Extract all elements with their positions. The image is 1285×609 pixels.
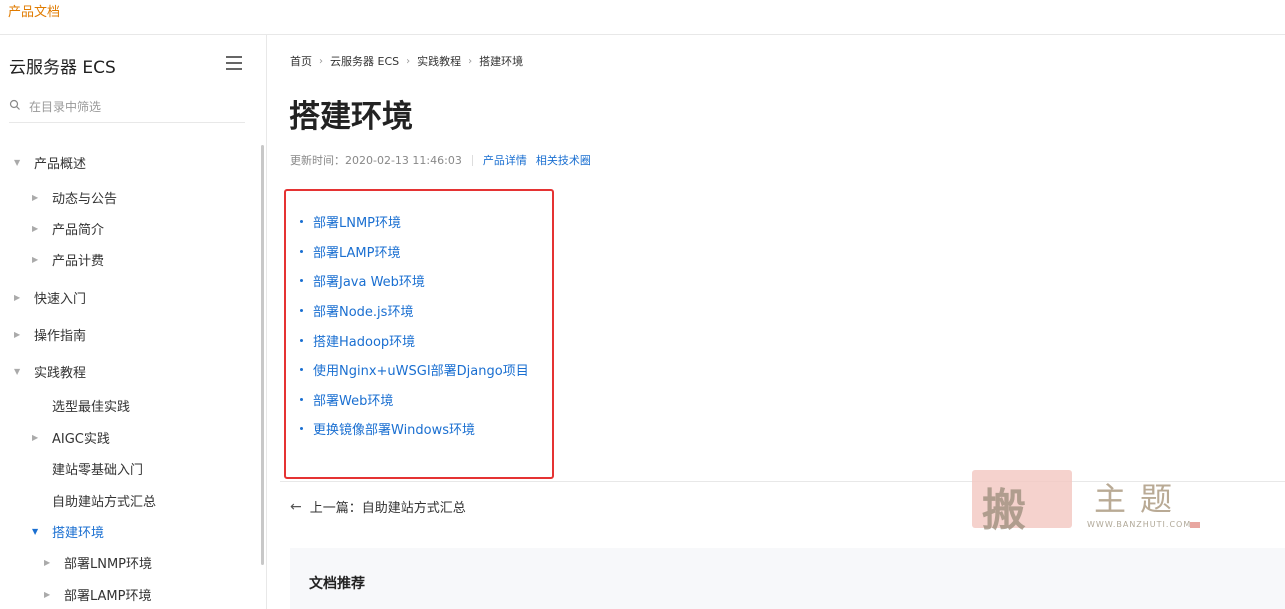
sidebar-item-label: 产品概述 xyxy=(34,156,87,172)
chevron-right-icon: › xyxy=(319,55,323,67)
chevron-right-icon: › xyxy=(406,55,411,67)
sidebar-item-label: 选型最佳实践 xyxy=(52,399,131,415)
updated-time: 更新时间：2020-02-13 11:46:03 xyxy=(290,154,462,167)
subpage-link[interactable]: 部署Node.js环境 xyxy=(313,301,413,320)
sidebar-item[interactable]: ▶ 部署LNMP环境 xyxy=(44,550,152,574)
sidebar-scrollbar[interactable] xyxy=(261,145,264,565)
watermark-flag xyxy=(1190,522,1200,528)
caret-right-icon: ▶ xyxy=(32,192,39,202)
caret-right-icon: ▶ xyxy=(44,557,51,567)
watermark-seal-glyph: 搬 xyxy=(982,485,1026,536)
sidebar-item-label: 动态与公告 xyxy=(52,191,118,207)
page-meta: 更新时间：2020-02-13 11:46:03 产品详情 相关技术圈 xyxy=(290,152,600,168)
caret-right-icon: ▶ xyxy=(44,589,51,599)
breadcrumb-ecs[interactable]: 云服务器 ECS xyxy=(330,53,399,69)
subpage-link[interactable]: 部署Web环境 xyxy=(313,390,393,409)
sidebar-item[interactable]: 建站零基础入门 xyxy=(32,456,143,480)
watermark-url: WWW.BANZHUTI.COM xyxy=(1087,520,1192,529)
bullet-icon xyxy=(300,220,303,224)
caret-down-icon: ▼ xyxy=(32,526,39,536)
breadcrumb-current: 搭建环境 xyxy=(479,55,524,68)
subpage-link[interactable]: 更换镜像部署Windows环境 xyxy=(313,419,475,438)
bullet-icon xyxy=(300,368,303,372)
caret-right-icon: ▶ xyxy=(32,223,39,233)
caret-down-icon: ▼ xyxy=(14,157,21,167)
top-bar: 产品文档 xyxy=(0,0,1285,35)
watermark-chars: 主题 xyxy=(1094,480,1187,518)
list-item: 使用Nginx+uWSGI部署Django项目 xyxy=(300,355,529,385)
breadcrumb-home[interactable]: 首页 xyxy=(290,53,312,69)
recommend-title: 文档推荐 xyxy=(309,576,365,592)
bullet-icon xyxy=(300,397,303,401)
sidebar-item-label: AIGC实践 xyxy=(52,431,110,447)
list-item: 部署LNMP环境 xyxy=(300,207,529,237)
list-item: 部署Java Web环境 xyxy=(300,266,529,296)
caret-right-icon: ▶ xyxy=(14,292,21,302)
caret-right-icon: ▶ xyxy=(32,432,39,442)
doc-recommend-panel: 文档推荐 xyxy=(290,548,1285,609)
sidebar-item[interactable]: ▶ 动态与公告 xyxy=(32,185,117,209)
sidebar-item-label: 实践教程 xyxy=(34,365,87,381)
sidebar-item[interactable]: 自助建站方式汇总 xyxy=(32,488,156,512)
sidebar-item[interactable]: ▶ 产品计费 xyxy=(32,247,104,271)
sidebar-item[interactable]: ▶ 产品简介 xyxy=(32,216,104,240)
sidebar-item[interactable]: ▼ 产品概述 xyxy=(14,150,86,174)
list-item: 更换镜像部署Windows环境 xyxy=(300,414,529,444)
tech-circle-link[interactable]: 相关技术圈 xyxy=(536,152,591,168)
sidebar-item-label: 操作指南 xyxy=(34,328,87,344)
subpage-link[interactable]: 搭建Hadoop环境 xyxy=(313,331,415,350)
chevron-right-icon: › xyxy=(468,55,473,67)
list-item: 部署Node.js环境 xyxy=(300,296,529,326)
caret-right-icon: ▶ xyxy=(32,254,39,264)
sidebar-item-label: 自助建站方式汇总 xyxy=(52,494,157,510)
bullet-icon xyxy=(300,427,303,431)
sidebar-item-label: 产品简介 xyxy=(52,222,105,238)
menu-icon[interactable] xyxy=(226,56,242,70)
list-item: 部署LAMP环境 xyxy=(300,237,529,267)
sidebar-item[interactable]: ▶ 快速入门 xyxy=(14,285,86,309)
bullet-icon xyxy=(300,279,303,283)
sidebar: 云服务器 ECS ▼ 产品概述 ▶ 动态与公告 ▶ 产品简介 ▶ 产品计费 ▶ 快速入门 ▶ 操作指南… xyxy=(0,35,267,609)
sidebar-item[interactable]: ▶ 部署LAMP环境 xyxy=(44,582,152,606)
meta-divider xyxy=(471,154,473,166)
sidebar-item-label: 建站零基础入门 xyxy=(52,462,144,478)
filter-input[interactable] xyxy=(29,97,229,117)
product-detail-link[interactable]: 产品详情 xyxy=(483,152,527,168)
subpage-link[interactable]: 使用Nginx+uWSGI部署Django项目 xyxy=(313,360,529,379)
search-icon xyxy=(9,99,20,110)
sidebar-title: 云服务器 ECS xyxy=(9,58,116,78)
sidebar-item[interactable]: 选型最佳实践 xyxy=(32,393,130,417)
bullet-icon xyxy=(300,309,303,313)
product-docs-link[interactable]: 产品文档 xyxy=(8,1,60,20)
list-item: 搭建Hadoop环境 xyxy=(300,325,529,355)
arrow-left-icon: ← xyxy=(290,498,302,515)
caret-right-icon: ▶ xyxy=(14,329,21,339)
subpage-link-list: 部署LNMP环境 部署LAMP环境部署Java Web环境 部署Node.js环境搭… xyxy=(300,207,529,444)
sidebar-item[interactable]: ▶ AIGC实践 xyxy=(32,425,110,449)
sidebar-item-label: 搭建环境 xyxy=(52,525,105,541)
sidebar-item-label: 产品计费 xyxy=(52,253,105,269)
prev-page-link[interactable]: ← 上一篇：自助建站方式汇总 xyxy=(290,497,466,517)
subpage-link[interactable]: 部署LNMP环境 xyxy=(313,212,401,231)
sidebar-item[interactable]: ▶ 操作指南 xyxy=(14,322,86,346)
sidebar-filter xyxy=(9,95,245,123)
sidebar-item[interactable]: ▼ 搭建环境 xyxy=(32,519,104,543)
prev-page-label: 上一篇：自助建站方式汇总 xyxy=(309,501,466,516)
breadcrumb-tutorials[interactable]: 实践教程 xyxy=(417,53,461,69)
subpage-link[interactable]: 部署LAMP环境 xyxy=(313,242,401,261)
sidebar-item[interactable]: ▼ 实践教程 xyxy=(14,359,86,383)
watermark: 搬 主题 WWW.BANZHUTI.COM xyxy=(972,470,1202,536)
subpage-link[interactable]: 部署Java Web环境 xyxy=(313,271,425,290)
page-title: 搭建环境 xyxy=(289,99,413,135)
breadcrumb: 首页 › 云服务器 ECS › 实践教程 › 搭建环境 xyxy=(290,53,523,69)
sidebar-item-label: 部署LNMP环境 xyxy=(64,556,153,572)
sidebar-item-label: 快速入门 xyxy=(34,291,87,307)
bullet-icon xyxy=(300,249,303,253)
caret-down-icon: ▼ xyxy=(14,366,21,376)
bullet-icon xyxy=(300,338,303,342)
list-item: 部署Web环境 xyxy=(300,385,529,415)
sidebar-item-label: 部署LAMP环境 xyxy=(64,588,152,604)
